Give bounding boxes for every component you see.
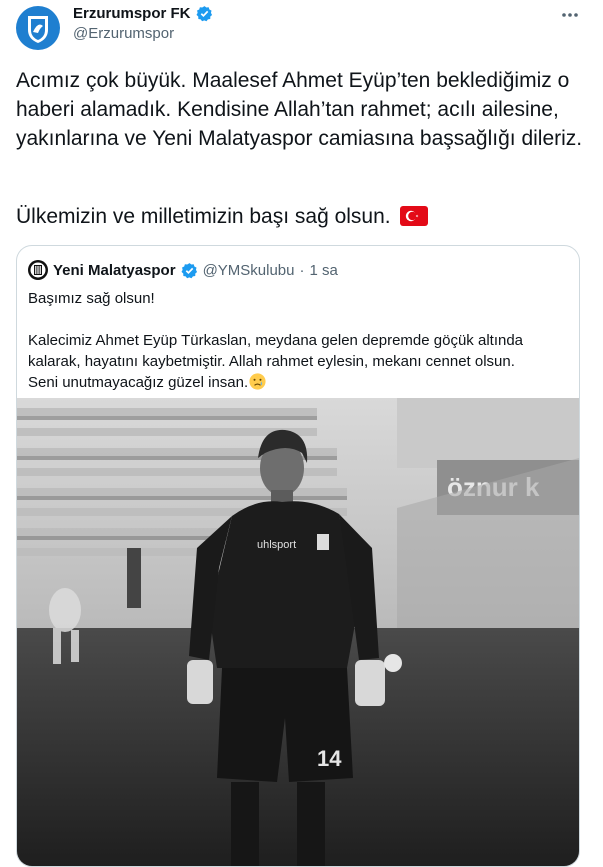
more-options-icon[interactable] bbox=[560, 8, 580, 22]
author-name[interactable]: Erzurumspor FK bbox=[73, 5, 191, 22]
quoted-gap bbox=[28, 309, 568, 330]
tweet-text-line: Ülkemizin ve milletimizin başı sağ olsun… bbox=[16, 205, 391, 228]
crying-face-icon bbox=[249, 373, 266, 390]
yeni-malatyaspor-avatar[interactable] bbox=[28, 260, 48, 280]
quoted-author-name[interactable]: Yeni Malatyaspor bbox=[53, 262, 176, 279]
tweet-text-second: Ülkemizin ve milletimizin başı sağ olsun… bbox=[16, 202, 596, 231]
jersey-number-text: 14 bbox=[317, 746, 342, 771]
quoted-line-1: Başımız sağ olsun! bbox=[28, 290, 155, 307]
quoted-text: Başımız sağ olsun! Kalecimiz Ahmet Eyüp … bbox=[28, 288, 568, 393]
separator-dot: · bbox=[299, 261, 305, 279]
erzurumspor-avatar[interactable] bbox=[16, 6, 60, 50]
verified-badge-icon bbox=[181, 262, 197, 278]
quoted-line-4: Seni unutmayacağız güzel insan. bbox=[28, 374, 249, 391]
tweet: Erzurumspor FK @Erzurumspor Acımız çok b… bbox=[0, 0, 603, 867]
quoted-timestamp[interactable]: 1 sa bbox=[310, 262, 338, 279]
turkey-flag-icon bbox=[400, 206, 429, 226]
tweet-text: Acımız çok büyük. Maalesef Ahmet Eyüp’te… bbox=[16, 69, 583, 150]
quoted-tweet[interactable]: Yeni Malatyaspor @YMSkulubu · 1 sa Başım… bbox=[16, 245, 580, 867]
quoted-author-handle[interactable]: @YMSkulubu bbox=[203, 262, 295, 279]
author-handle[interactable]: @Erzurumspor bbox=[73, 25, 174, 42]
quoted-line-4-wrap: Seni unutmayacağız güzel insan. bbox=[28, 372, 568, 393]
quoted-line-3: kalarak, hayatını kaybetmiştir. Allah ra… bbox=[28, 353, 515, 370]
verified-badge-icon bbox=[196, 6, 212, 22]
jersey-brand-text: uhlsport bbox=[257, 539, 296, 551]
quoted-line-2: Kalecimiz Ahmet Eyüp Türkaslan, meydana … bbox=[28, 332, 524, 349]
goalkeeper-photo[interactable]: öznur k uhlsport 14 bbox=[17, 398, 579, 867]
